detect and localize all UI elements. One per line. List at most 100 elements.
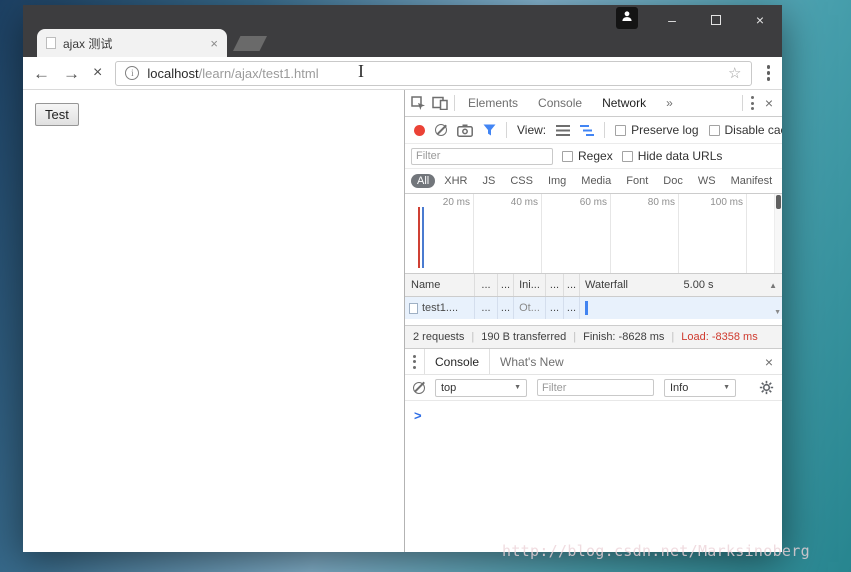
column-initiator[interactable]: Ini... bbox=[514, 274, 546, 296]
regex-toggle[interactable]: Regex bbox=[562, 149, 613, 163]
drawer-close-icon[interactable]: × bbox=[762, 354, 776, 370]
drawer-tab-console[interactable]: Console bbox=[424, 349, 490, 374]
new-tab-button[interactable] bbox=[233, 36, 267, 51]
request-initiator-cell: Ot... bbox=[514, 297, 546, 319]
request-name-cell: test1.... bbox=[405, 297, 475, 319]
record-button[interactable] bbox=[414, 125, 425, 136]
type-filter-css[interactable]: CSS bbox=[504, 174, 539, 188]
more-panels-chevron[interactable]: » bbox=[659, 90, 680, 116]
overview-scrollbar[interactable] bbox=[774, 194, 782, 273]
scroll-down-icon[interactable]: ▼ bbox=[774, 309, 781, 316]
window-close-button[interactable]: × bbox=[738, 5, 782, 35]
hide-data-urls-label: Hide data URLs bbox=[638, 149, 723, 163]
column-name[interactable]: Name bbox=[405, 274, 475, 296]
drawer-menu-icon[interactable] bbox=[411, 353, 418, 371]
sort-ascending-icon[interactable]: ▲ bbox=[769, 281, 777, 290]
column-size[interactable]: ... bbox=[546, 274, 564, 296]
timeline-tick: 80 ms bbox=[678, 194, 679, 273]
profile-button[interactable] bbox=[616, 7, 638, 29]
request-waterfall-cell bbox=[580, 297, 782, 319]
browser-tab[interactable]: ajax 测试 × bbox=[37, 29, 227, 57]
request-time-cell: ... bbox=[564, 297, 580, 319]
network-filter-row: Regex Hide data URLs bbox=[405, 144, 782, 169]
type-filter-media[interactable]: Media bbox=[575, 174, 617, 188]
tab-network[interactable]: Network bbox=[595, 90, 653, 116]
timeline-view-icon[interactable] bbox=[580, 125, 594, 136]
type-filter-font[interactable]: Font bbox=[620, 174, 654, 188]
console-output[interactable]: > bbox=[405, 401, 782, 552]
hide-data-urls-toggle[interactable]: Hide data URLs bbox=[622, 149, 723, 163]
scrollbar-thumb[interactable] bbox=[776, 195, 781, 209]
back-button[interactable]: ← bbox=[33, 65, 50, 82]
drawer-tab-whats-new[interactable]: What's New bbox=[490, 349, 574, 374]
devtools-menu-icon[interactable] bbox=[749, 94, 756, 112]
console-toolbar: top ▼ Info ▼ bbox=[405, 375, 782, 401]
page-info-icon[interactable]: i bbox=[125, 66, 139, 80]
console-settings-gear-icon[interactable] bbox=[759, 380, 774, 395]
column-type[interactable]: ... bbox=[498, 274, 514, 296]
timeline-tick: 100 ms bbox=[746, 194, 747, 273]
waterfall-label: Waterfall bbox=[585, 279, 628, 291]
column-waterfall[interactable]: Waterfall 5.00 s ▲ bbox=[580, 274, 782, 296]
request-type-cell: ... bbox=[498, 297, 514, 319]
regex-label: Regex bbox=[578, 149, 613, 163]
maximize-button[interactable] bbox=[694, 5, 738, 35]
tab-close-icon[interactable]: × bbox=[210, 37, 218, 50]
column-time[interactable]: ... bbox=[564, 274, 580, 296]
devtools-close-icon[interactable]: × bbox=[762, 95, 776, 111]
type-filter-doc[interactable]: Doc bbox=[657, 174, 689, 188]
hide-data-urls-checkbox[interactable] bbox=[622, 151, 633, 162]
test-button[interactable]: Test bbox=[35, 103, 79, 126]
request-row[interactable]: test1.... ... ... Ot... ... ... bbox=[405, 297, 782, 319]
requests-table-header: Name ... ... Ini... ... ... Waterfall 5.… bbox=[405, 274, 782, 297]
type-filter-img[interactable]: Img bbox=[542, 174, 572, 188]
summary-load: Load: -8358 ms bbox=[681, 331, 757, 343]
list-view-icon[interactable] bbox=[556, 125, 570, 136]
text-cursor-ibeam: I bbox=[358, 62, 364, 80]
column-status[interactable]: ... bbox=[475, 274, 498, 296]
address-bar[interactable]: i localhost/learn/ajax/test1.html ☆ bbox=[115, 61, 751, 86]
disable-cache-toggle[interactable]: Disable cache bbox=[709, 123, 782, 137]
network-filter-input[interactable] bbox=[411, 148, 553, 165]
browser-menu-icon[interactable] bbox=[765, 63, 773, 83]
forward-button[interactable]: → bbox=[63, 65, 80, 82]
tab-console[interactable]: Console bbox=[531, 90, 589, 116]
timeline-tick: 60 ms bbox=[610, 194, 611, 273]
type-filter-manifest[interactable]: Manifest bbox=[725, 174, 779, 188]
devtools-panel: Elements Console Network » × bbox=[404, 90, 782, 552]
inspect-element-icon[interactable] bbox=[411, 96, 426, 111]
waterfall-scale: 5.00 s bbox=[684, 279, 714, 291]
regex-checkbox[interactable] bbox=[562, 151, 573, 162]
type-filter-other[interactable]: Other bbox=[781, 174, 782, 188]
url-host: localhost bbox=[147, 66, 198, 81]
preserve-log-checkbox[interactable] bbox=[615, 125, 626, 136]
window-content: Test Elements Console Network » bbox=[23, 90, 782, 552]
type-filter-row: All XHR JS CSS Img Media Font Doc WS Man… bbox=[405, 169, 782, 194]
console-filter-input[interactable] bbox=[537, 379, 654, 396]
tab-elements[interactable]: Elements bbox=[461, 90, 525, 116]
context-selector[interactable]: top ▼ bbox=[435, 379, 527, 397]
disable-cache-checkbox[interactable] bbox=[709, 125, 720, 136]
browser-window: ajax 测试 × – × ← → × i localhost/learn/a bbox=[23, 5, 782, 552]
console-prompt-chevron[interactable]: > bbox=[414, 408, 422, 423]
desktop: ajax 测试 × – × ← → × i localhost/learn/a bbox=[0, 0, 851, 572]
log-level-selector[interactable]: Info ▼ bbox=[664, 379, 736, 397]
filter-funnel-icon[interactable] bbox=[483, 124, 496, 136]
clear-console-icon[interactable] bbox=[413, 382, 425, 394]
clear-requests-icon[interactable] bbox=[435, 124, 447, 136]
minimize-button[interactable]: – bbox=[650, 5, 694, 35]
browser-titlebar: ajax 测试 × – × bbox=[23, 5, 782, 57]
bookmark-star-icon[interactable]: ☆ bbox=[728, 66, 741, 81]
maximize-icon bbox=[711, 15, 721, 25]
type-filter-xhr[interactable]: XHR bbox=[438, 174, 473, 188]
type-filter-all[interactable]: All bbox=[411, 174, 435, 188]
person-icon bbox=[621, 9, 633, 27]
stop-button[interactable]: × bbox=[93, 65, 102, 81]
screenshot-camera-icon[interactable] bbox=[457, 124, 473, 137]
device-toolbar-icon[interactable] bbox=[432, 96, 448, 110]
type-filter-js[interactable]: JS bbox=[476, 174, 501, 188]
preserve-log-toggle[interactable]: Preserve log bbox=[615, 123, 698, 137]
type-filter-ws[interactable]: WS bbox=[692, 174, 722, 188]
network-overview[interactable]: 20 ms 40 ms 60 ms 80 ms 100 ms bbox=[405, 194, 782, 274]
separator bbox=[742, 95, 743, 111]
